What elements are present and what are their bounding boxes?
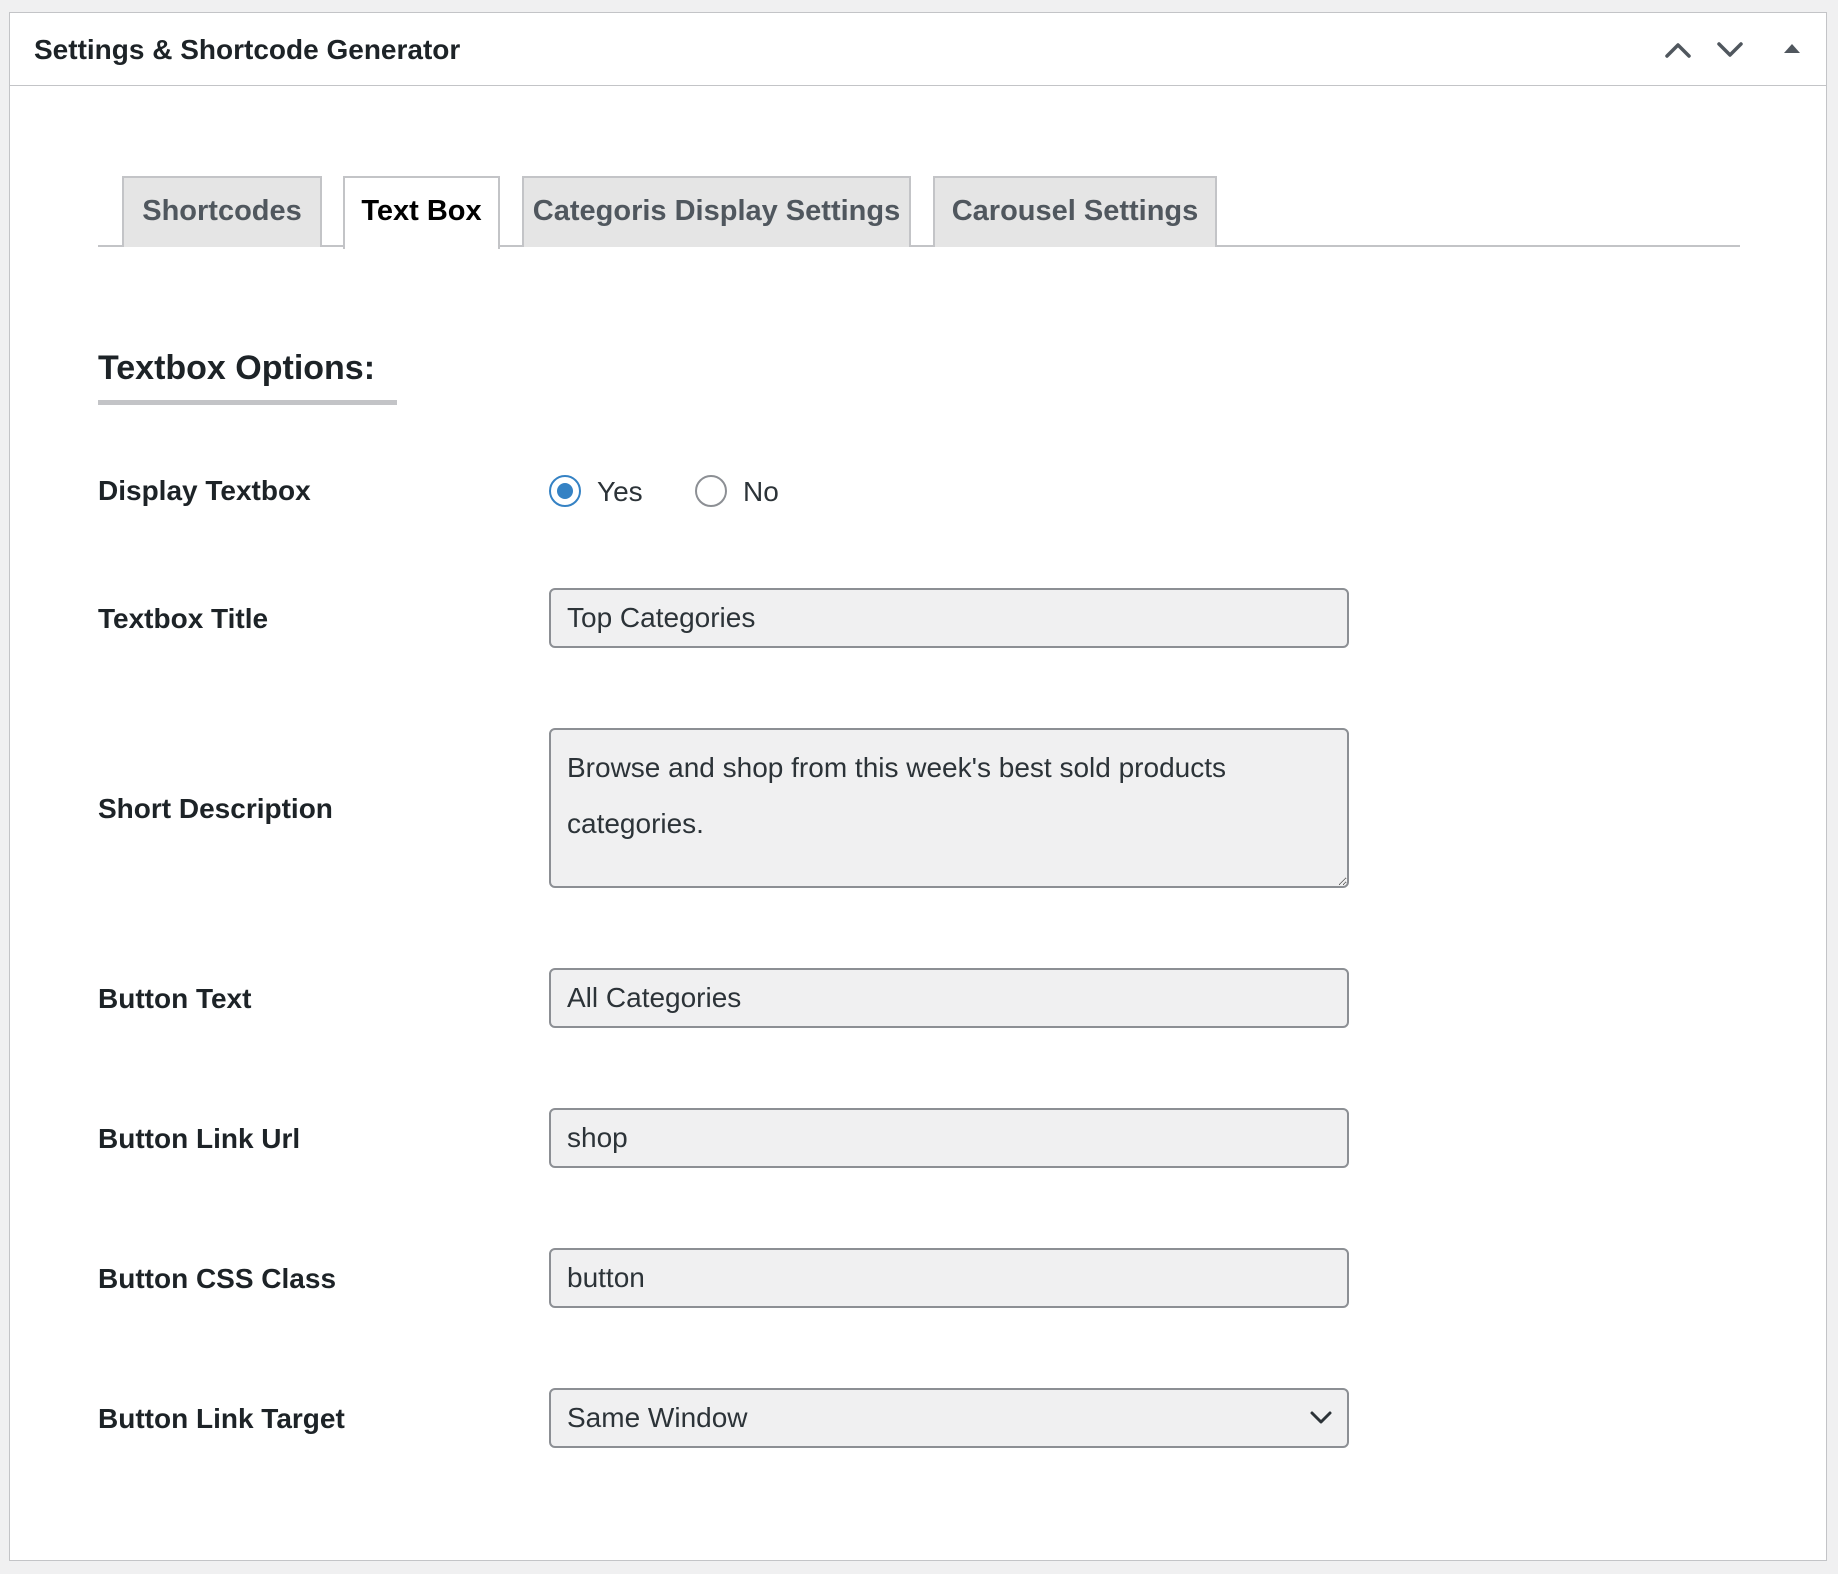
tab-categoris-display-settings[interactable]: Categoris Display Settings xyxy=(522,176,911,247)
tab-text-box[interactable]: Text Box xyxy=(343,176,500,249)
postbox-inside: Shortcodes Text Box Categoris Display Se… xyxy=(98,86,1826,1560)
tab-carousel-settings[interactable]: Carousel Settings xyxy=(933,176,1217,247)
short-description-textarea[interactable]: Browse and shop from this week's best so… xyxy=(549,728,1349,888)
move-down-button[interactable] xyxy=(1708,29,1752,69)
move-up-button[interactable] xyxy=(1656,29,1700,69)
button-text-label: Button Text xyxy=(98,983,252,1014)
postbox-title: Settings & Shortcode Generator xyxy=(34,34,461,65)
radio-yes[interactable] xyxy=(549,475,581,507)
button-link-target-label: Button Link Target xyxy=(98,1403,345,1434)
settings-postbox: Settings & Shortcode Generator Shortcode… xyxy=(9,12,1827,1561)
radio-no-option[interactable]: No xyxy=(695,472,785,516)
triangle-up-icon xyxy=(1784,44,1800,53)
chevron-up-icon xyxy=(1665,43,1691,58)
display-textbox-label: Display Textbox xyxy=(98,475,311,506)
textbox-title-label: Textbox Title xyxy=(98,603,269,634)
radio-no[interactable] xyxy=(695,475,727,507)
textbox-title-input[interactable] xyxy=(549,588,1349,648)
button-text-input[interactable] xyxy=(549,968,1349,1028)
radio-yes-label: Yes xyxy=(597,476,643,507)
toggle-panel-button[interactable] xyxy=(1770,29,1814,69)
button-css-class-label: Button CSS Class xyxy=(98,1263,337,1294)
radio-yes-option[interactable]: Yes xyxy=(549,472,659,516)
button-css-class-input[interactable] xyxy=(549,1248,1349,1308)
section-heading: Textbox Options: xyxy=(98,348,397,405)
postbox-header: Settings & Shortcode Generator xyxy=(10,13,1826,86)
short-description-label: Short Description xyxy=(98,793,333,824)
tab-nav: Shortcodes Text Box Categoris Display Se… xyxy=(98,176,1740,249)
radio-no-label: No xyxy=(743,476,779,507)
chevron-down-icon xyxy=(1310,1411,1332,1424)
button-link-target-value: Same Window xyxy=(567,1402,748,1433)
button-link-url-label: Button Link Url xyxy=(98,1123,301,1154)
button-link-target-select[interactable]: Same Window xyxy=(549,1388,1349,1448)
button-link-url-input[interactable] xyxy=(549,1108,1349,1168)
chevron-down-icon xyxy=(1717,42,1743,57)
tab-shortcodes[interactable]: Shortcodes xyxy=(122,176,322,247)
